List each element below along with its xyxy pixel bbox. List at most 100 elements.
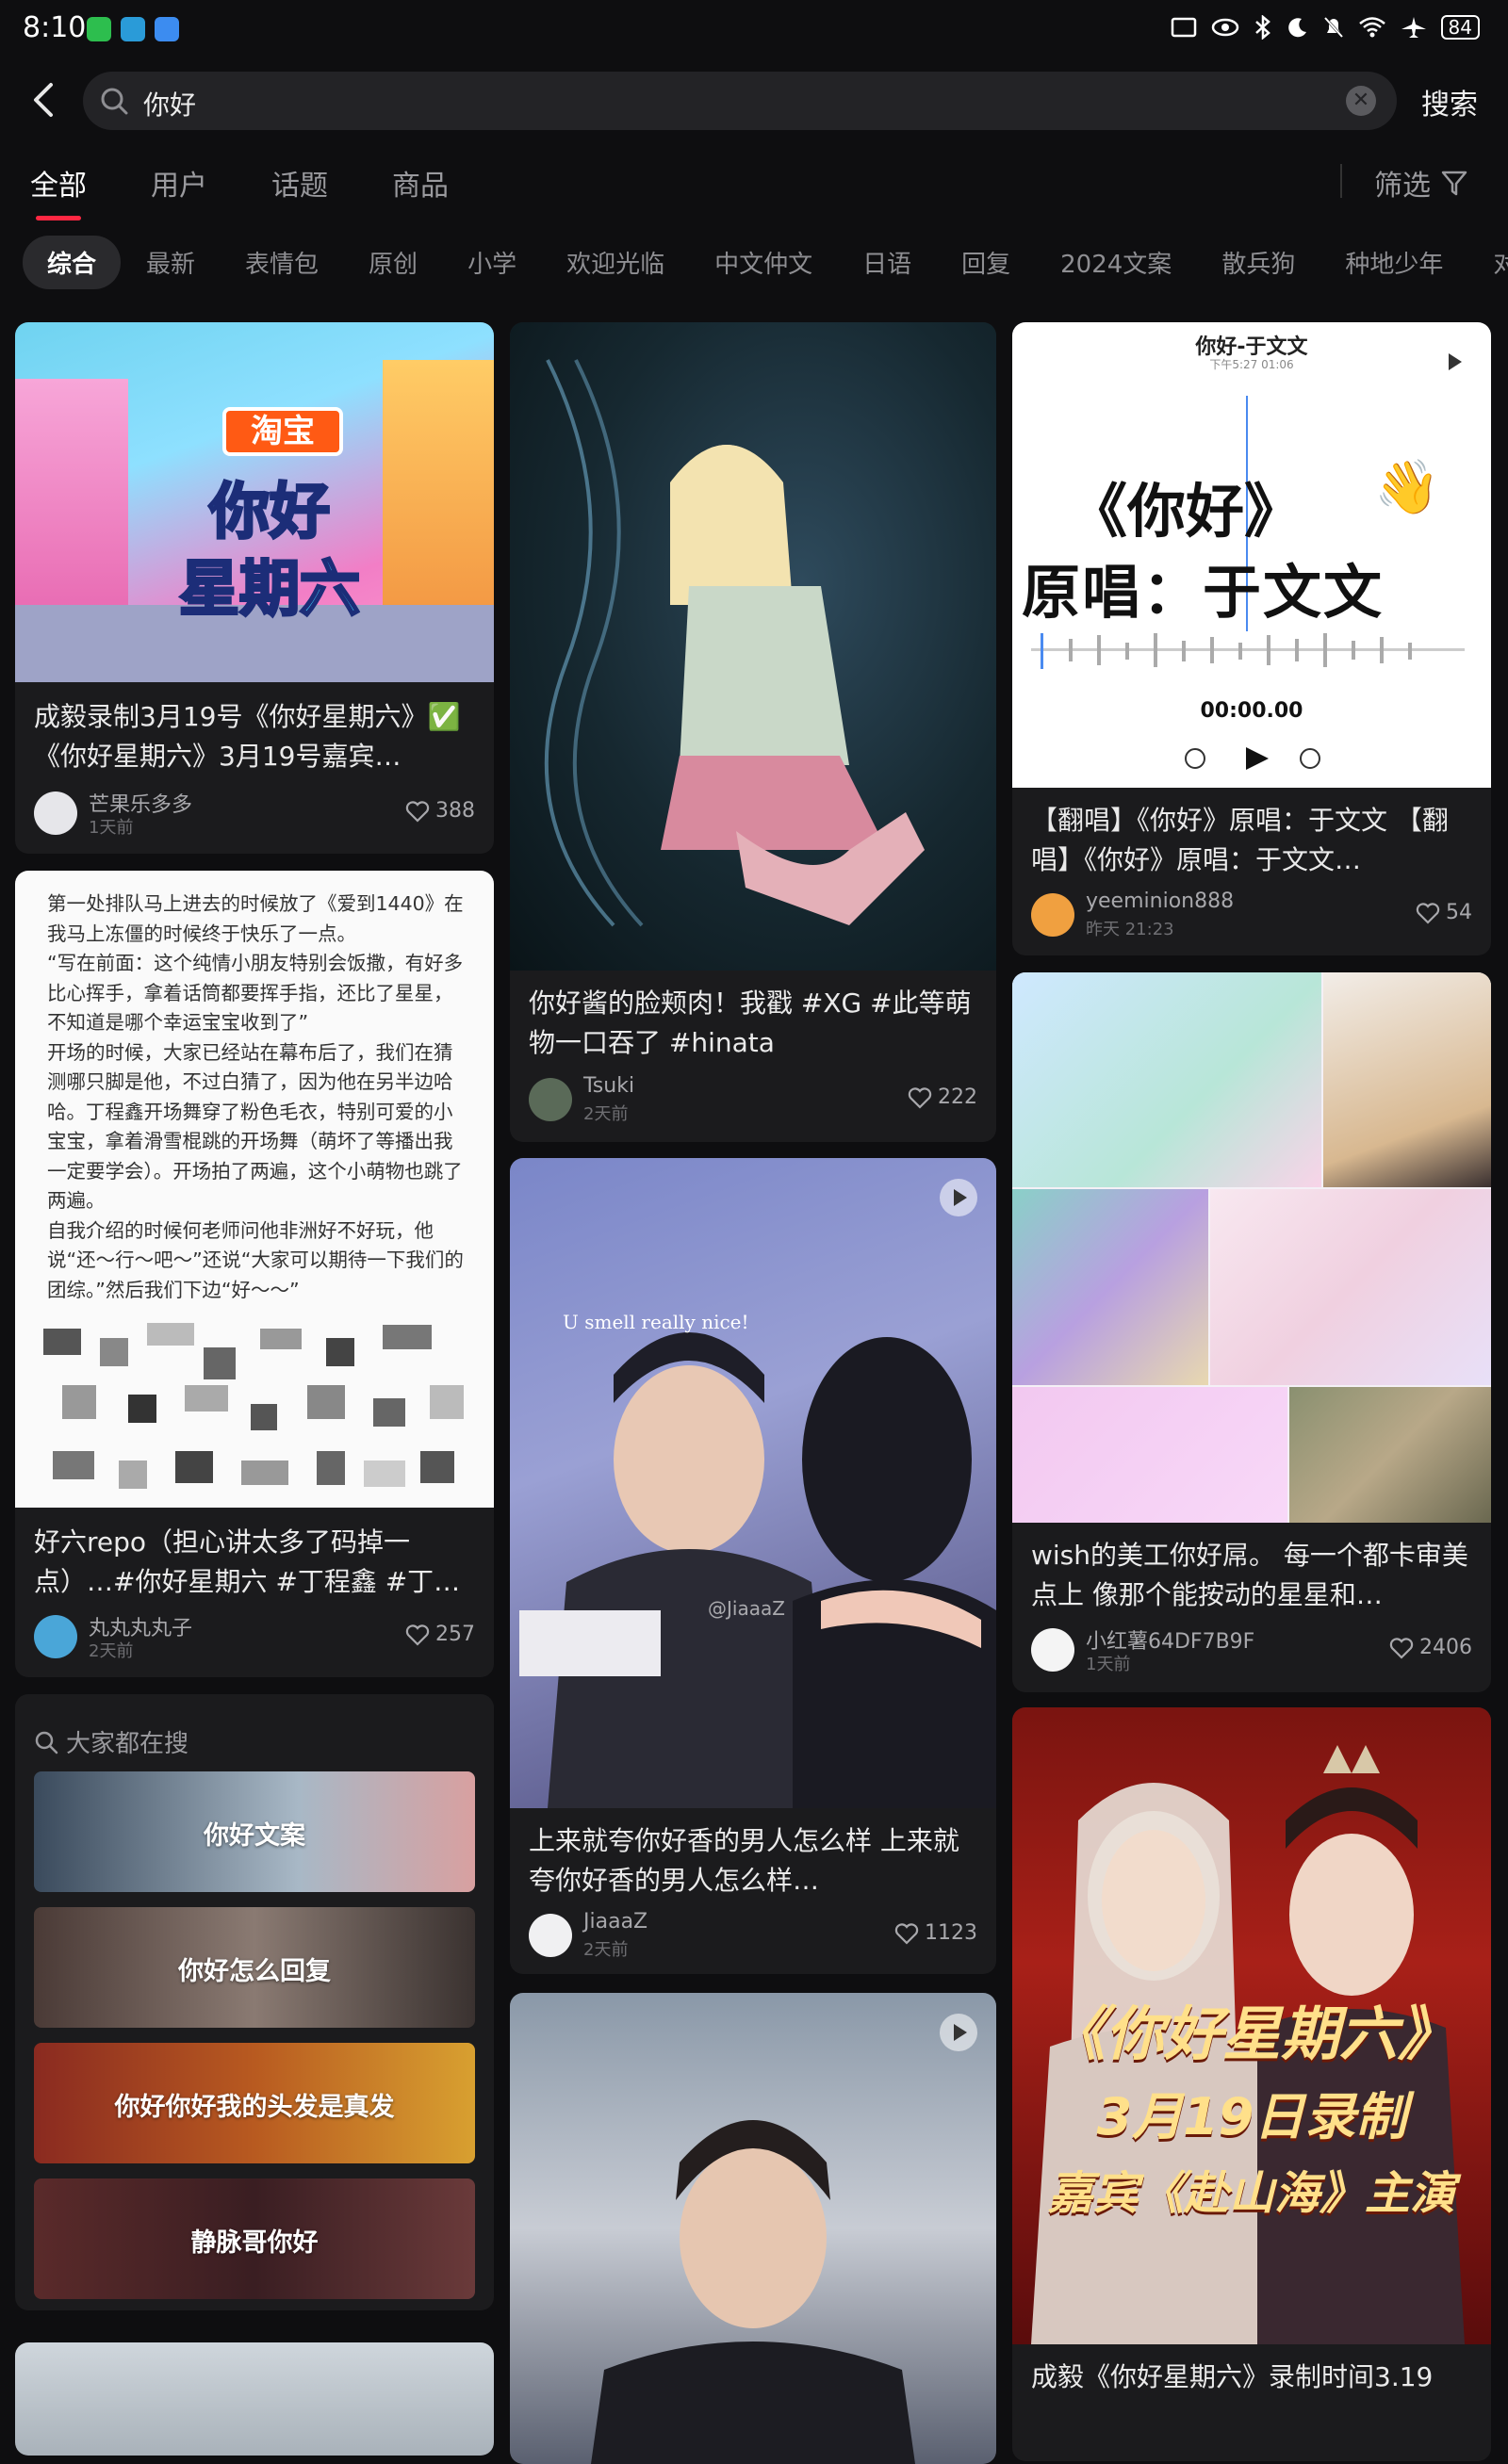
bluetooth-icon	[1254, 15, 1270, 40]
trending-item-label: 你好文案	[204, 1821, 305, 1851]
collage-tile	[1323, 972, 1491, 1187]
chip-original[interactable]: 原创	[344, 236, 442, 289]
trending-header-label: 大家都在搜	[66, 1730, 189, 1758]
chip-japanese[interactable]: 日语	[838, 236, 936, 289]
note-card[interactable]: 淘宝 你好 星期六 成毅录制3月19号《你好星期六》✅《你好星期六》3月19号嘉…	[15, 322, 494, 854]
clear-search-button[interactable]: ✕	[1346, 86, 1376, 116]
playback-timer: 00:00.00	[1200, 699, 1303, 723]
note-card[interactable]: 你好-于文文 下午5:27 01:06 《你好》 原唱：于文文 👋 00:00.…	[1012, 322, 1491, 955]
avatar[interactable]	[1031, 893, 1074, 937]
filter-button[interactable]: 筛选	[1374, 162, 1468, 204]
chip-chinese[interactable]: 中文仲文	[690, 236, 837, 289]
note-card[interactable]: wish的美工你好屌。 每一个都卡审美点上 像那个能按动的星星和… 小红薯64D…	[1012, 972, 1491, 1692]
waveform	[1031, 633, 1465, 669]
avatar[interactable]	[1031, 1628, 1074, 1672]
note-card[interactable]	[510, 1993, 996, 2464]
like-button[interactable]: 222	[908, 1085, 977, 1109]
search-button[interactable]: 搜索	[1421, 81, 1478, 122]
like-button[interactable]: 2406	[1389, 1636, 1472, 1659]
trending-item[interactable]: 你好怎么回复	[34, 1907, 475, 2028]
avatar[interactable]	[34, 1615, 77, 1658]
chip-primary-school[interactable]: 小学	[443, 236, 541, 289]
trending-item-label: 你好你好我的头发是真发	[114, 2093, 395, 2122]
chip-2024-copy[interactable]: 2024文案	[1036, 236, 1196, 289]
notification-icons	[87, 17, 179, 41]
like-button[interactable]: 54	[1416, 901, 1472, 924]
result-tabs: 全部 用户 话题 商品	[30, 162, 513, 220]
collage-tile	[1012, 1387, 1287, 1523]
search-icon	[35, 1731, 58, 1754]
chip-farming-youth[interactable]: 种地少年	[1320, 236, 1467, 289]
tab-users[interactable]: 用户	[151, 162, 207, 204]
tab-all[interactable]: 全部	[30, 162, 87, 220]
cloud-icon	[155, 17, 179, 41]
status-bar: 8:10 84	[0, 0, 1508, 58]
avatar[interactable]	[34, 791, 77, 835]
cover-text-line2: 原唱：于文文	[1022, 558, 1385, 627]
card-cover-image: 《你好星期六》 3月19日录制 嘉宾《赴山海》主演	[1012, 1707, 1491, 2344]
chip-more[interactable]: 对	[1468, 236, 1508, 289]
chip-stickers[interactable]: 表情包	[221, 236, 343, 289]
card-cover-image	[510, 322, 996, 971]
playback-controls	[1185, 747, 1320, 770]
tab-topics[interactable]: 话题	[271, 162, 328, 204]
note-card[interactable]: 你好酱的脸颊肉！我戳 #XG #此等萌物一口吞了 #hinata Tsuki 2…	[510, 322, 996, 1142]
post-time: 1天前	[1086, 1655, 1131, 1674]
chip-reply[interactable]: 回复	[937, 236, 1035, 289]
card-title: 好六repo（担心讲太多了码掉一点）…#你好星期六 #丁程鑫 #丁…	[34, 1526, 461, 1597]
collage-tile	[1012, 1189, 1208, 1385]
search-box[interactable]: 你好 ✕	[83, 72, 1397, 130]
trending-item[interactable]: 你好你好我的头发是真发	[34, 2043, 475, 2163]
back-button[interactable]	[25, 79, 66, 121]
battery-indicator: 84	[1440, 15, 1480, 40]
chip-scaramouche-dog[interactable]: 散兵狗	[1197, 236, 1320, 289]
post-time: 2天前	[583, 1940, 629, 1960]
video-frame	[591, 2120, 915, 2464]
chip-welcome[interactable]: 欢迎光临	[542, 236, 689, 289]
chip-latest[interactable]: 最新	[122, 236, 220, 289]
wechat-icon	[87, 17, 111, 41]
like-button[interactable]: 257	[405, 1623, 475, 1646]
trending-header: 大家都在搜	[34, 1724, 188, 1759]
waving-hand-icon: 👋	[1374, 457, 1440, 518]
chip-comprehensive[interactable]: 综合	[23, 236, 122, 289]
note-card[interactable]	[15, 2342, 494, 2456]
note-card[interactable]: U smell really nice! @JiaaaZ 上来就夸你好香的男人怎…	[510, 1158, 996, 1974]
moon-icon	[1287, 18, 1306, 38]
like-count: 388	[435, 799, 475, 823]
search-input[interactable]: 你好	[143, 85, 196, 122]
cover-text-line1: 《你好》	[1069, 477, 1303, 546]
author-name[interactable]: Tsuki	[583, 1074, 634, 1098]
card-cover-image: U smell really nice! @JiaaaZ	[510, 1158, 996, 1808]
note-card[interactable]: 第一处排队马上进去的时候放了《爱到1440》在我马上冻僵的时候终于快乐了一点。 …	[15, 871, 494, 1677]
avatar[interactable]	[529, 1078, 572, 1121]
avatar[interactable]	[529, 1914, 572, 1957]
post-time: 1天前	[89, 818, 134, 838]
video-caption: U smell really nice!	[563, 1311, 749, 1333]
trending-searches: 大家都在搜 你好文案 你好怎么回复 你好你好我的头发是真发 静脉哥你好	[15, 1694, 494, 2310]
tab-products[interactable]: 商品	[392, 162, 449, 204]
video-play-icon	[940, 1179, 977, 1216]
card-title: 你好酱的脸颊肉！我戳 #XG #此等萌物一口吞了 #hinata	[529, 987, 972, 1058]
video-frame	[519, 1332, 996, 1808]
video-play-icon	[940, 2014, 977, 2051]
author-name[interactable]: yeeminion888	[1086, 889, 1234, 913]
like-button[interactable]: 388	[405, 799, 475, 823]
collage-tile	[1012, 972, 1321, 1187]
like-button[interactable]: 1123	[894, 1921, 977, 1945]
heart-icon	[894, 1922, 919, 1945]
tab-divider	[1340, 164, 1342, 198]
like-count: 222	[938, 1085, 977, 1109]
card-title: 上来就夸你好香的男人怎么样 上来就夸你好香的男人怎么样…	[529, 1825, 959, 1896]
note-card[interactable]: 《你好星期六》 3月19日录制 嘉宾《赴山海》主演 成毅《你好星期六》录制时间3…	[1012, 1707, 1491, 2461]
post-time: 2天前	[89, 1641, 134, 1661]
close-icon: ✕	[1352, 89, 1370, 112]
trending-item-label: 你好怎么回复	[178, 1957, 331, 1986]
trending-item-label: 静脉哥你好	[190, 2228, 319, 2258]
chevron-left-icon	[34, 83, 53, 117]
author-name[interactable]: JiaaaZ	[583, 1910, 647, 1934]
trending-item[interactable]: 静脉哥你好	[34, 2178, 475, 2299]
mute-bell-icon	[1323, 16, 1343, 39]
status-time: 8:10	[23, 11, 87, 44]
trending-item[interactable]: 你好文案	[34, 1771, 475, 1892]
